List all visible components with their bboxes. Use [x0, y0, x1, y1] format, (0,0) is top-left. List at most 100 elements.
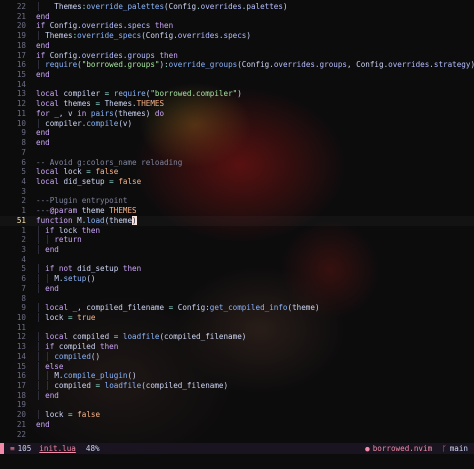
code-token: compiler — [45, 118, 82, 128]
code-text: │ end — [26, 391, 59, 401]
code-text: for _, v in pairs(themes) do — [26, 109, 164, 119]
code-token: │ — [36, 264, 46, 274]
code-line[interactable]: 20 │ lock = false — [0, 410, 474, 420]
code-line[interactable]: 11 for _, v in pairs(themes) do — [0, 109, 474, 119]
code-line[interactable]: 18 │ end — [0, 391, 474, 401]
code-token: THEMES — [109, 206, 137, 216]
code-token: = — [113, 332, 123, 342]
line-number: 4 — [21, 254, 26, 264]
code-line[interactable]: 10 │ lock = true — [0, 313, 474, 323]
code-line[interactable]: 5 │ if not did_setup then — [0, 264, 474, 274]
code-line[interactable]: 17 if Config.overrides.groups then — [0, 51, 474, 61]
code-token: = — [109, 176, 119, 186]
code-token: = — [95, 381, 105, 391]
line-number: 15 — [16, 70, 26, 80]
code-line[interactable]: 1 │ if lock then — [0, 226, 474, 236]
code-token: = — [95, 99, 105, 109]
code-token: │ — [45, 381, 55, 391]
code-text: │ local compiled = loadfile(compiled_fil… — [26, 332, 246, 342]
code-token: = — [68, 410, 78, 420]
code-line[interactable]: 5 local lock = false — [0, 167, 474, 177]
code-token: end — [36, 419, 50, 429]
code-token: else — [45, 361, 64, 371]
code-editor[interactable]: 22 │ Themes:override_palettes(Config.over… — [0, 2, 474, 440]
code-line[interactable]: 15 end — [0, 70, 474, 80]
code-token: if — [36, 21, 50, 31]
code-line[interactable]: 4 — [0, 255, 474, 265]
code-token: () — [127, 371, 137, 381]
code-line[interactable]: 2 │ │ return — [0, 235, 474, 245]
code-line[interactable]: 16 │ require("borrowed.groups"):override_… — [0, 60, 474, 70]
code-token: local — [36, 99, 64, 109]
code-line[interactable]: 51 function M.load(theme) — [0, 215, 474, 226]
code-line[interactable]: 4 local did_setup = false — [0, 177, 474, 187]
code-line[interactable]: 12 │ local compiled = loadfile(compiled_f… — [0, 332, 474, 342]
sign-column — [0, 381, 8, 391]
code-line[interactable]: 13 │ if compiled then — [0, 342, 474, 352]
code-line[interactable]: 22 — [0, 430, 474, 440]
line-number: 19 — [16, 31, 26, 41]
code-token: in — [77, 108, 91, 118]
code-token: -- Avoid g:colors_name reloading — [36, 157, 183, 167]
code-line[interactable]: 21 end — [0, 420, 474, 430]
code-line[interactable]: 16 │ │ M.compile_plugin() — [0, 371, 474, 381]
code-token: _, compiled_filename — [72, 303, 169, 313]
command-line[interactable] — [0, 455, 474, 469]
code-line[interactable]: 7 │ end — [0, 284, 474, 294]
code-line[interactable]: 6 │ │ M.setup() — [0, 274, 474, 284]
code-token: │ — [36, 371, 46, 381]
code-line[interactable]: 11 — [0, 323, 474, 333]
code-token: themes — [63, 99, 96, 109]
code-line[interactable]: 20 if Config.overrides.specs then — [0, 21, 474, 31]
code-line[interactable]: 2 ---Plugin entrypoint — [0, 196, 474, 206]
code-token: specs — [127, 21, 151, 31]
code-token: (Config — [237, 60, 270, 70]
code-line[interactable]: 14 │ │ compiled() — [0, 352, 474, 362]
code-token: override_specs — [77, 31, 142, 41]
line-number: 2 — [21, 196, 26, 206]
code-line[interactable]: 8 — [0, 294, 474, 304]
code-line[interactable]: 19 │ Themes:override_specs(Config.overrid… — [0, 31, 474, 41]
code-line[interactable]: 15 │ else — [0, 362, 474, 372]
line-number: 1 — [21, 225, 26, 235]
sign-column — [0, 109, 8, 119]
code-line[interactable]: 9 end — [0, 128, 474, 138]
sign-column — [0, 235, 8, 245]
code-line[interactable]: 8 end — [0, 138, 474, 148]
scroll-percent: 48% — [85, 444, 100, 453]
code-line[interactable]: 21 end — [0, 12, 474, 22]
code-token: function — [36, 215, 78, 225]
code-line[interactable]: 14 — [0, 80, 474, 90]
code-token: Themes — [45, 31, 73, 41]
code-token: │ — [36, 235, 46, 245]
code-line[interactable]: 1 ---@param theme THEMES — [0, 206, 474, 216]
code-line[interactable]: 7 — [0, 148, 474, 158]
line-number: 11 — [16, 322, 26, 332]
code-token: loadfile — [122, 332, 160, 342]
code-line[interactable]: 6 -- Avoid g:colors_name reloading — [0, 158, 474, 168]
code-token: specs — [223, 31, 247, 41]
sign-column — [0, 420, 8, 430]
code-token: if — [36, 50, 50, 60]
sign-column — [0, 31, 8, 41]
line-number: 13 — [16, 342, 26, 352]
code-line[interactable]: 13 local compiler = require("borrowed.com… — [0, 89, 474, 99]
code-line[interactable]: 3 — [0, 187, 474, 197]
code-token: (Config — [141, 31, 174, 41]
code-token: groups — [127, 50, 155, 60]
code-token: local — [36, 176, 64, 186]
code-text: end — [26, 128, 50, 138]
code-line[interactable]: 18 end — [0, 41, 474, 51]
line-number: 12 — [16, 332, 26, 342]
code-line[interactable]: 17 │ │ compiled = loadfile(compiled_filen… — [0, 381, 474, 391]
code-line[interactable]: 3 │ end — [0, 245, 474, 255]
filename[interactable]: init.lua — [39, 444, 76, 453]
code-line[interactable]: 10 │ compiler.compile(v) — [0, 119, 474, 129]
code-line[interactable]: 9 │ local _, compiled_filename = Config:g… — [0, 303, 474, 313]
code-token: ) — [282, 2, 288, 11]
code-token: require — [45, 60, 78, 70]
code-line[interactable]: 19 — [0, 400, 474, 410]
code-line[interactable]: 22 │ Themes:override_palettes(Config.over… — [0, 2, 474, 12]
code-line[interactable]: 12 local themes = Themes.THEMES — [0, 99, 474, 109]
line-number: 18 — [16, 40, 26, 50]
